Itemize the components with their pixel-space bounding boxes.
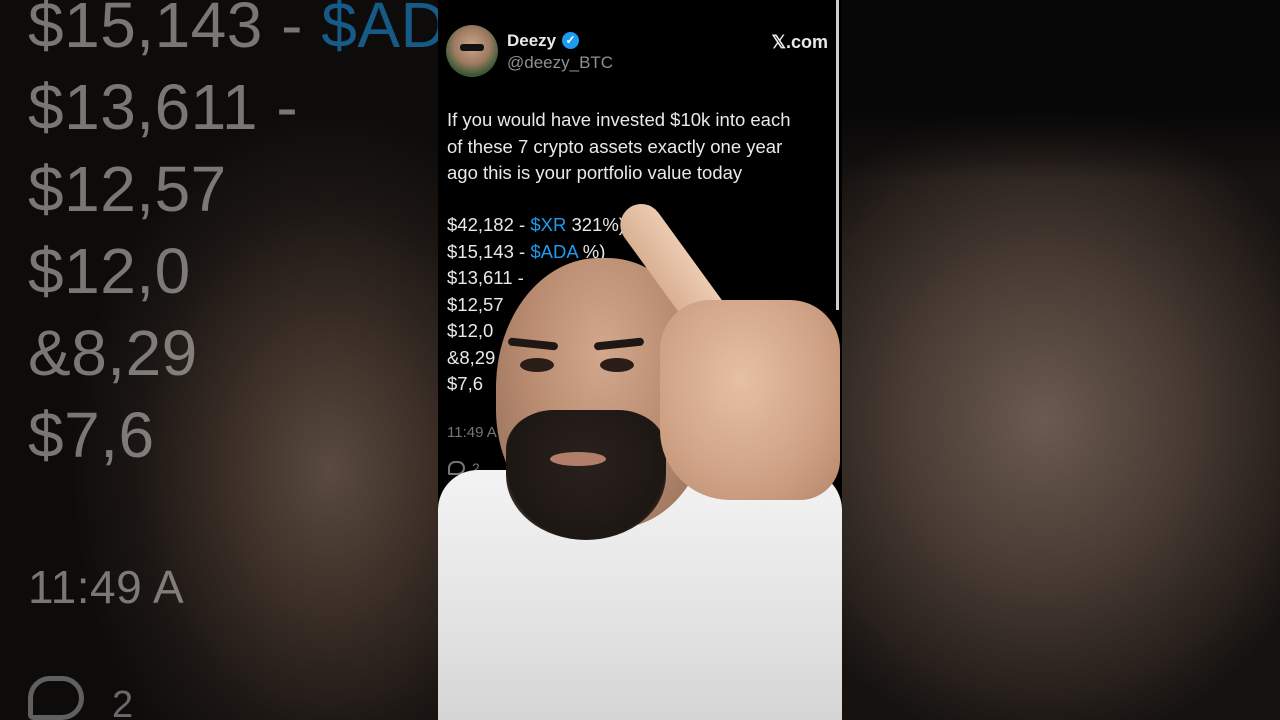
portfolio-list: $42,182 - $XR 321%) $15,143 - $ADA %) $1… [447,212,625,398]
verified-badge-icon: ✓ [562,32,579,49]
left-backdrop: $15,143 - $AD $13,611 - $12,57 $12,0 &8,… [0,0,438,720]
ghost-line: $15,143 - $AD [28,0,438,61]
ghost-time: 11:49 A [28,561,185,613]
avatar[interactable] [446,25,498,77]
list-item: $7,6 [447,373,484,394]
tweet-line: If you would have invested $10k into eac… [447,109,791,130]
bookmark-icon[interactable] [724,460,736,476]
tweet-text: If you would have invested $10k into eac… [447,107,832,187]
sunglasses-icon [460,44,484,51]
list-item: $15,143 - $ADA %) [447,240,606,262]
views-label: ws [648,424,667,441]
tweet-line: of these 7 crypto assets exactly one yea… [447,135,783,157]
tweet-card: Deezy ✓ @deezy_BTC 𝕏.com If you would ha… [438,0,842,720]
like-count: 26 [656,460,672,476]
right-backdrop [842,0,1280,720]
list-item: $12,57 [447,293,504,315]
list-item: $42,182 - $XR 321%) [447,214,625,235]
ghost-line: $13,611 - [28,71,299,143]
user-handle[interactable]: @deezy_BTC [507,53,613,73]
view-activity-link[interactable]: iew activity [740,506,809,521]
ghost-reply-icon [28,676,84,720]
x-logo: 𝕏.com [771,32,828,52]
ghost-line: $12,57 [28,153,227,225]
reply-icon[interactable] [448,461,465,475]
divider [836,0,839,310]
ghost-reply-count: 2 [112,684,134,720]
list-item: $12,0 [447,320,494,341]
ghost-line: $12,0 [28,235,191,307]
user-name[interactable]: Deezy [507,31,556,51]
timestamp[interactable]: 11:49 A [447,424,497,441]
tweet-line: ago this is your portfolio value today [447,162,743,183]
ghost-line: &8,29 [28,317,198,389]
video-frame[interactable]: Deezy ✓ @deezy_BTC 𝕏.com If you would ha… [438,0,842,720]
reply-count: 2 [472,460,480,476]
ghost-line: $7,6 [28,399,155,471]
ticker-link[interactable]: $ADA [530,241,577,262]
ticker-link[interactable]: $XR [530,214,566,235]
list-item: &8,29 [447,346,496,368]
backdrop-shade [842,0,1280,180]
list-item: $13,611 - [447,267,524,288]
